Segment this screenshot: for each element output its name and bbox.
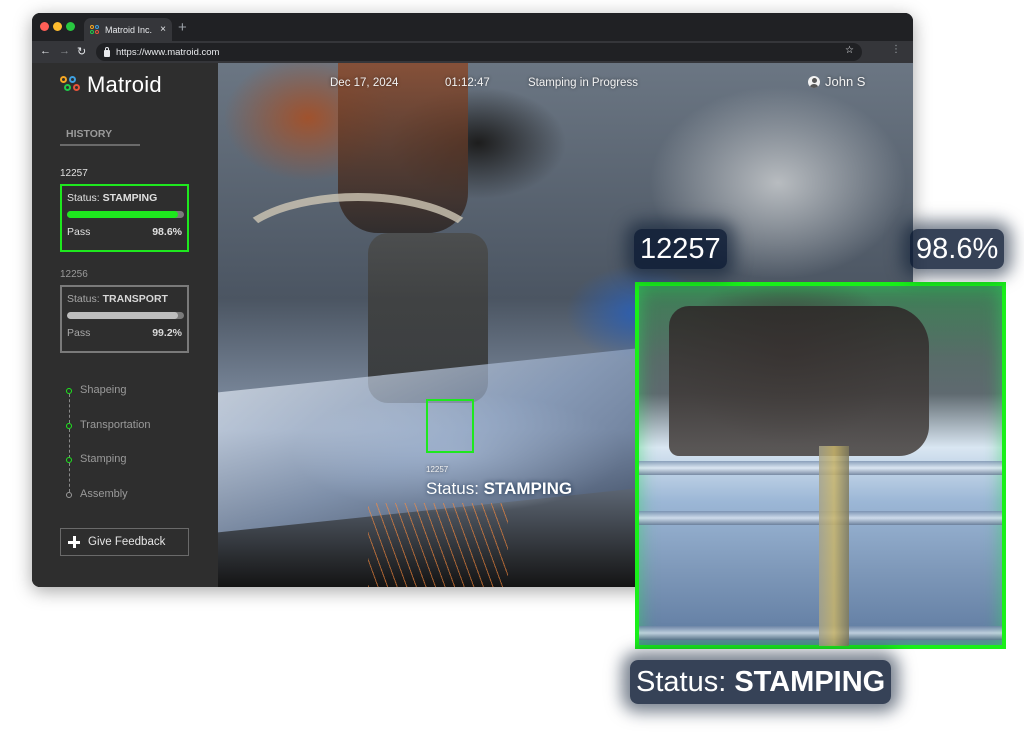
- browser-tab[interactable]: Matroid Inc. ×: [84, 18, 172, 41]
- browser-menu-icon[interactable]: ⋮: [891, 44, 901, 55]
- history-card-active[interactable]: Status: STAMPING Pass 98.6%: [60, 184, 189, 252]
- pass-label: Pass: [67, 226, 91, 238]
- step-done-icon: [66, 457, 72, 463]
- tab-title: Matroid Inc.: [105, 24, 153, 35]
- overlay-part-id: 12257: [634, 229, 727, 269]
- sidebar: Matroid HISTORY 12257 Status: STAMPING P…: [32, 63, 218, 587]
- overlay-pass-value: 98.6%: [910, 229, 1005, 269]
- logo-text: Matroid: [87, 72, 162, 97]
- matroid-favicon-icon: [90, 24, 100, 35]
- back-arrow-icon[interactable]: ←: [40, 45, 51, 57]
- matroid-logo[interactable]: Matroid: [60, 72, 162, 98]
- detection-box[interactable]: [426, 399, 474, 453]
- give-feedback-button[interactable]: Give Feedback: [60, 528, 189, 556]
- lock-icon: [104, 46, 110, 57]
- bookmark-star-icon[interactable]: ☆: [845, 45, 854, 56]
- user-name: John S: [825, 74, 866, 89]
- step-label: Transportation: [80, 418, 151, 431]
- detection-status: Status: STAMPING: [426, 479, 573, 498]
- card-pass-row: Pass 99.2%: [67, 327, 182, 339]
- tab-close-icon[interactable]: ×: [160, 24, 166, 35]
- card-progress-bar: [67, 211, 184, 218]
- step-label: Stamping: [80, 453, 127, 465]
- new-tab-button[interactable]: +: [178, 19, 187, 36]
- minimize-window-button[interactable]: [53, 22, 62, 31]
- history-item-id: 12256: [60, 269, 88, 280]
- browser-toolbar: ← → ↻ https://www.matroid.com ☆ ⋮: [32, 41, 913, 63]
- process-steps: Shapeing Transportation Stamping Assembl…: [66, 383, 151, 521]
- card-status: Status: TRANSPORT: [67, 293, 168, 305]
- card-pass-row: Pass 98.6%: [67, 226, 182, 238]
- user-avatar-icon: [808, 75, 820, 88]
- step-assembly: Assembly: [66, 487, 151, 522]
- url-text: https://www.matroid.com: [116, 46, 220, 58]
- pass-value: 99.2%: [152, 327, 182, 339]
- step-label: Shapeing: [80, 384, 127, 396]
- pass-label: Pass: [67, 327, 91, 339]
- history-item-id: 12257: [60, 168, 88, 179]
- detection-id: 12257: [426, 465, 449, 474]
- history-heading: HISTORY: [60, 128, 140, 146]
- step-transportation: Transportation: [66, 418, 151, 458]
- card-status-value: STAMPING: [102, 192, 158, 204]
- tab-strip: Matroid Inc. × +: [32, 13, 913, 41]
- forward-arrow-icon[interactable]: →: [59, 45, 70, 57]
- user-menu[interactable]: John S: [808, 74, 865, 89]
- step-pending-icon: [66, 491, 72, 498]
- step-stamping: Stamping: [66, 452, 151, 492]
- card-status: Status: STAMPING: [67, 192, 158, 204]
- zoomed-detection-view: [635, 282, 1006, 649]
- card-status-value: TRANSPORT: [102, 293, 168, 305]
- video-sparks: [368, 503, 508, 587]
- step-done-icon: [66, 422, 72, 429]
- step-done-icon: [66, 388, 72, 394]
- card-progress-fill: [67, 211, 179, 218]
- close-window-button[interactable]: [40, 22, 49, 31]
- card-progress-bar: [67, 312, 184, 319]
- overlay-status: Status: STAMPING: [630, 660, 892, 704]
- step-shapeing: Shapeing: [66, 383, 151, 423]
- video-date: Dec 17, 2024: [330, 77, 399, 89]
- history-card[interactable]: Status: TRANSPORT Pass 99.2%: [60, 285, 189, 353]
- matroid-logo-icon: [60, 76, 84, 94]
- video-time: 01:12:47: [445, 77, 490, 89]
- card-progress-fill: [67, 312, 179, 319]
- video-status-text: Stamping in Progress: [528, 77, 638, 89]
- plus-icon: [68, 536, 80, 548]
- pass-value: 98.6%: [152, 226, 182, 238]
- reload-icon[interactable]: ↻: [77, 45, 86, 58]
- address-bar[interactable]: https://www.matroid.com ☆: [96, 43, 862, 61]
- step-label: Assembly: [80, 487, 128, 500]
- maximize-window-button[interactable]: [66, 22, 75, 31]
- zoom-stamping-head: [669, 306, 929, 456]
- give-feedback-label: Give Feedback: [88, 536, 166, 548]
- zoom-stamping-tool: [819, 446, 849, 646]
